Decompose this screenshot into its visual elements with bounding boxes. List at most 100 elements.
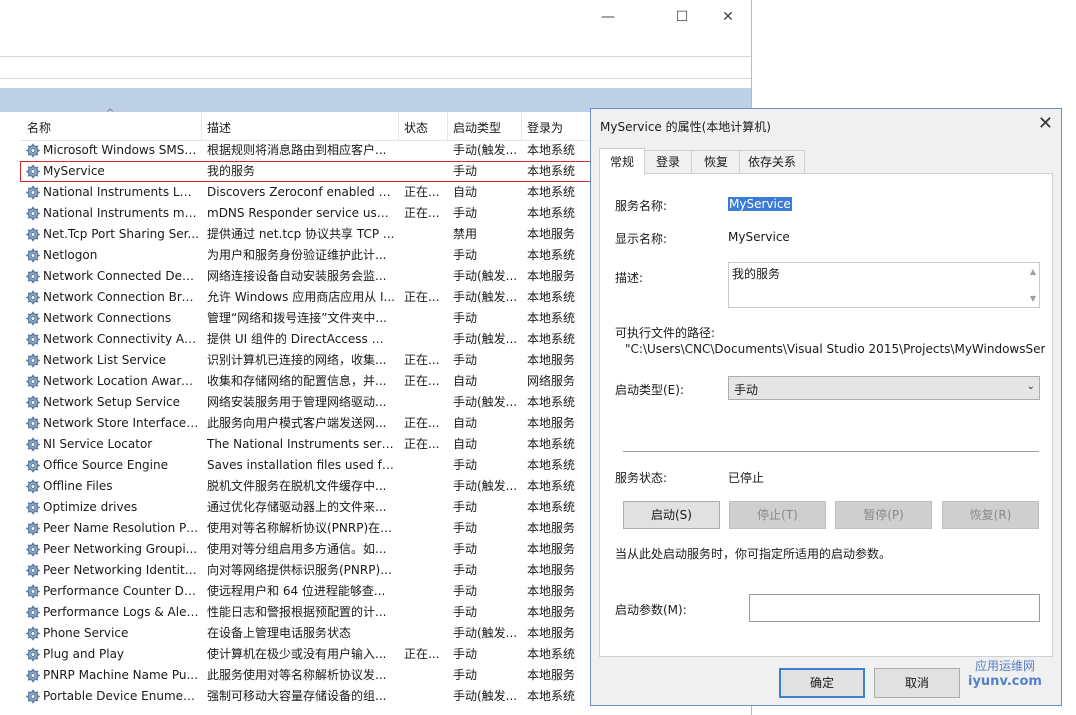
service-name-cell: Network Store Interface ... — [43, 416, 199, 430]
service-row[interactable]: Office Source Engine Saves installation f… — [20, 455, 600, 476]
service-startup-cell: 手动 — [453, 605, 478, 619]
service-logon-cell: 本地服务 — [527, 668, 576, 682]
scroll-down-icon[interactable]: ▼ — [1030, 294, 1036, 303]
service-row[interactable]: Phone Service 在设备上管理电话服务状态 手动(触发... 本地服务 — [20, 623, 600, 644]
service-row[interactable]: Microsoft Windows SMS ... 根据规则将消息路由到相应客户.… — [20, 140, 600, 161]
service-icon — [25, 647, 43, 662]
service-row[interactable]: Performance Counter DL... 使远程用户和 64 位进程能够… — [20, 581, 600, 602]
service-logon-cell: 本地服务 — [527, 353, 576, 367]
service-row[interactable]: Network List Service 识别计算机已连接的网络，收集... 正在.… — [20, 350, 600, 371]
ok-button[interactable]: 确定 — [779, 668, 865, 698]
column-header-status[interactable]: 状态 — [404, 119, 428, 136]
start-params-hint: 当从此处启动服务时，你可指定所适用的启动参数。 — [615, 547, 892, 561]
display-name-value[interactable]: MyService — [728, 230, 790, 244]
service-logon-cell: 本地服务 — [527, 542, 576, 556]
column-header-startup-type[interactable]: 启动类型 — [453, 119, 501, 136]
service-row[interactable]: Network Setup Service 网络安装服务用于管理网络驱动... 手动… — [20, 392, 600, 413]
service-row[interactable]: MyService 我的服务 手动 本地系统 — [20, 161, 600, 182]
menu-divider — [0, 56, 751, 57]
minimize-button[interactable]: — — [588, 4, 628, 30]
service-icon — [25, 143, 43, 158]
tab-general[interactable]: 常规 — [599, 148, 645, 175]
service-row[interactable]: Portable Device Enumera... 强制可移动大容量存储设备的组… — [20, 686, 600, 707]
service-row[interactable]: Offline Files 脱机文件服务在脱机文件缓存中... 手动(触发... 本地… — [20, 476, 600, 497]
service-row[interactable]: Network Location Aware... 收集和存储网络的配置信息，并.… — [20, 371, 600, 392]
service-description-cell: 性能日志和警报根据预配置的计... — [207, 605, 387, 619]
service-logon-cell: 本地系统 — [527, 206, 576, 220]
service-startup-cell: 禁用 — [453, 227, 478, 241]
column-header-description[interactable]: 描述 — [207, 119, 231, 136]
service-row[interactable]: Network Connections 管理“网络和拨号连接”文件夹中... 手动 本… — [20, 308, 600, 329]
service-row[interactable]: Net.Tcp Port Sharing Ser... 提供通过 net.tcp … — [20, 224, 600, 245]
service-row[interactable]: National Instruments mD... mDNS Responder… — [20, 203, 600, 224]
stop-button[interactable]: 停止(T) — [729, 501, 826, 529]
service-logon-cell: 本地系统 — [527, 395, 576, 409]
service-name-cell: Network Connection Bro... — [43, 290, 199, 304]
service-startup-cell: 手动(触发... — [453, 479, 518, 493]
service-name-cell: Performance Counter DL... — [43, 584, 199, 598]
dialog-title: MyService 的属性(本地计算机) — [600, 120, 771, 134]
service-status-cell: 正在... — [404, 353, 440, 367]
dialog-close-button[interactable]: ✕ — [1038, 113, 1053, 134]
service-logon-cell: 本地系统 — [527, 143, 576, 157]
service-row[interactable]: Optimize drives 通过优化存储驱动器上的文件来... 手动 本地系统 — [20, 497, 600, 518]
path-value[interactable]: "C:\Users\CNC\Documents\Visual Studio 20… — [625, 342, 1045, 356]
column-header-logon-as[interactable]: 登录为 — [527, 119, 563, 136]
service-row[interactable]: National Instruments LXI ... Discovers Ze… — [20, 182, 600, 203]
service-logon-cell: 本地系统 — [527, 479, 576, 493]
service-status-cell: 正在... — [404, 290, 440, 304]
service-row[interactable]: Network Connectivity Ass... 提供 UI 组件的 Dir… — [20, 329, 600, 350]
service-description-cell: 提供通过 net.tcp 协议共享 TCP ... — [207, 227, 395, 241]
service-row[interactable]: Peer Networking Groupi... 使用对等分组启用多方通信。如.… — [20, 539, 600, 560]
description-field[interactable]: 我的服务 ▲ ▼ — [728, 262, 1040, 308]
scroll-up-icon[interactable]: ▲ — [1030, 267, 1036, 276]
service-icon — [25, 185, 43, 200]
service-logon-cell: 本地服务 — [527, 605, 576, 619]
service-row[interactable]: Netlogon 为用户和服务身份验证维护此计... 手动 本地系统 — [20, 245, 600, 266]
tab-recovery[interactable]: 恢复 — [691, 150, 741, 173]
service-icon — [25, 626, 43, 641]
maximize-button[interactable]: ☐ — [662, 4, 702, 30]
cancel-button[interactable]: 取消 — [874, 668, 960, 698]
service-startup-cell: 手动 — [453, 542, 478, 556]
service-logon-cell: 本地服务 — [527, 227, 576, 241]
service-logon-cell: 本地系统 — [527, 290, 576, 304]
service-icon — [25, 206, 43, 221]
start-button[interactable]: 启动(S) — [623, 501, 720, 529]
service-startup-cell: 手动(触发... — [453, 626, 518, 640]
close-button[interactable]: ✕ — [708, 4, 748, 30]
service-description-cell: 脱机文件服务在脱机文件缓存中... — [207, 479, 387, 493]
service-name-cell: National Instruments LXI ... — [43, 185, 199, 199]
section-divider — [623, 451, 1039, 452]
service-icon — [25, 437, 43, 452]
service-logon-cell: 本地服务 — [527, 563, 576, 577]
service-row[interactable]: NI Service Locator The National Instrumen… — [20, 434, 600, 455]
service-icon — [25, 248, 43, 263]
resume-button[interactable]: 恢复(R) — [942, 501, 1039, 529]
service-name-cell: PNRP Machine Name Pu... — [43, 668, 198, 682]
service-name-value[interactable]: MyService — [728, 197, 792, 211]
service-startup-cell: 手动 — [453, 206, 478, 220]
tab-dependencies[interactable]: 依存关系 — [739, 150, 805, 173]
service-status-cell: 正在... — [404, 437, 440, 451]
services-list: ^ 名称 描述 状态 启动类型 登录为 Microsoft Windows SM… — [20, 108, 600, 715]
service-row[interactable]: Network Store Interface ... 此服务向用户模式客户端发送… — [20, 413, 600, 434]
service-startup-cell: 手动 — [453, 668, 478, 682]
properties-dialog: MyService 的属性(本地计算机) ✕ 常规 登录 恢复 依存关系 服务名… — [590, 108, 1062, 706]
service-row[interactable]: PNRP Machine Name Pu... 此服务使用对等名称解析协议发...… — [20, 665, 600, 686]
service-name-cell: Network Location Aware... — [43, 374, 199, 388]
service-row[interactable]: Network Connected Devi... 网络连接设备自动安装服务会监.… — [20, 266, 600, 287]
start-params-input[interactable] — [749, 594, 1040, 622]
service-description-cell: 网络安装服务用于管理网络驱动... — [207, 395, 387, 409]
column-header-name[interactable]: 名称 — [27, 119, 51, 136]
pause-button[interactable]: 暂停(P) — [835, 501, 932, 529]
service-row[interactable]: Peer Networking Identity... 向对等网络提供标识服务(P… — [20, 560, 600, 581]
tab-logon[interactable]: 登录 — [643, 150, 693, 173]
service-name-cell: Network Setup Service — [43, 395, 181, 409]
service-row[interactable]: Peer Name Resolution Pr... 使用对等名称解析协议(PNR… — [20, 518, 600, 539]
service-row[interactable]: Plug and Play 使计算机在极少或没有用户输入... 正在... 手动 本地系… — [20, 644, 600, 665]
startup-type-select[interactable]: 手动 ⌄ — [728, 376, 1040, 400]
service-logon-cell: 本地系统 — [527, 647, 576, 661]
service-row[interactable]: Network Connection Bro... 允许 Windows 应用商店… — [20, 287, 600, 308]
service-row[interactable]: Performance Logs & Aler... 性能日志和警报根据预配置的计… — [20, 602, 600, 623]
